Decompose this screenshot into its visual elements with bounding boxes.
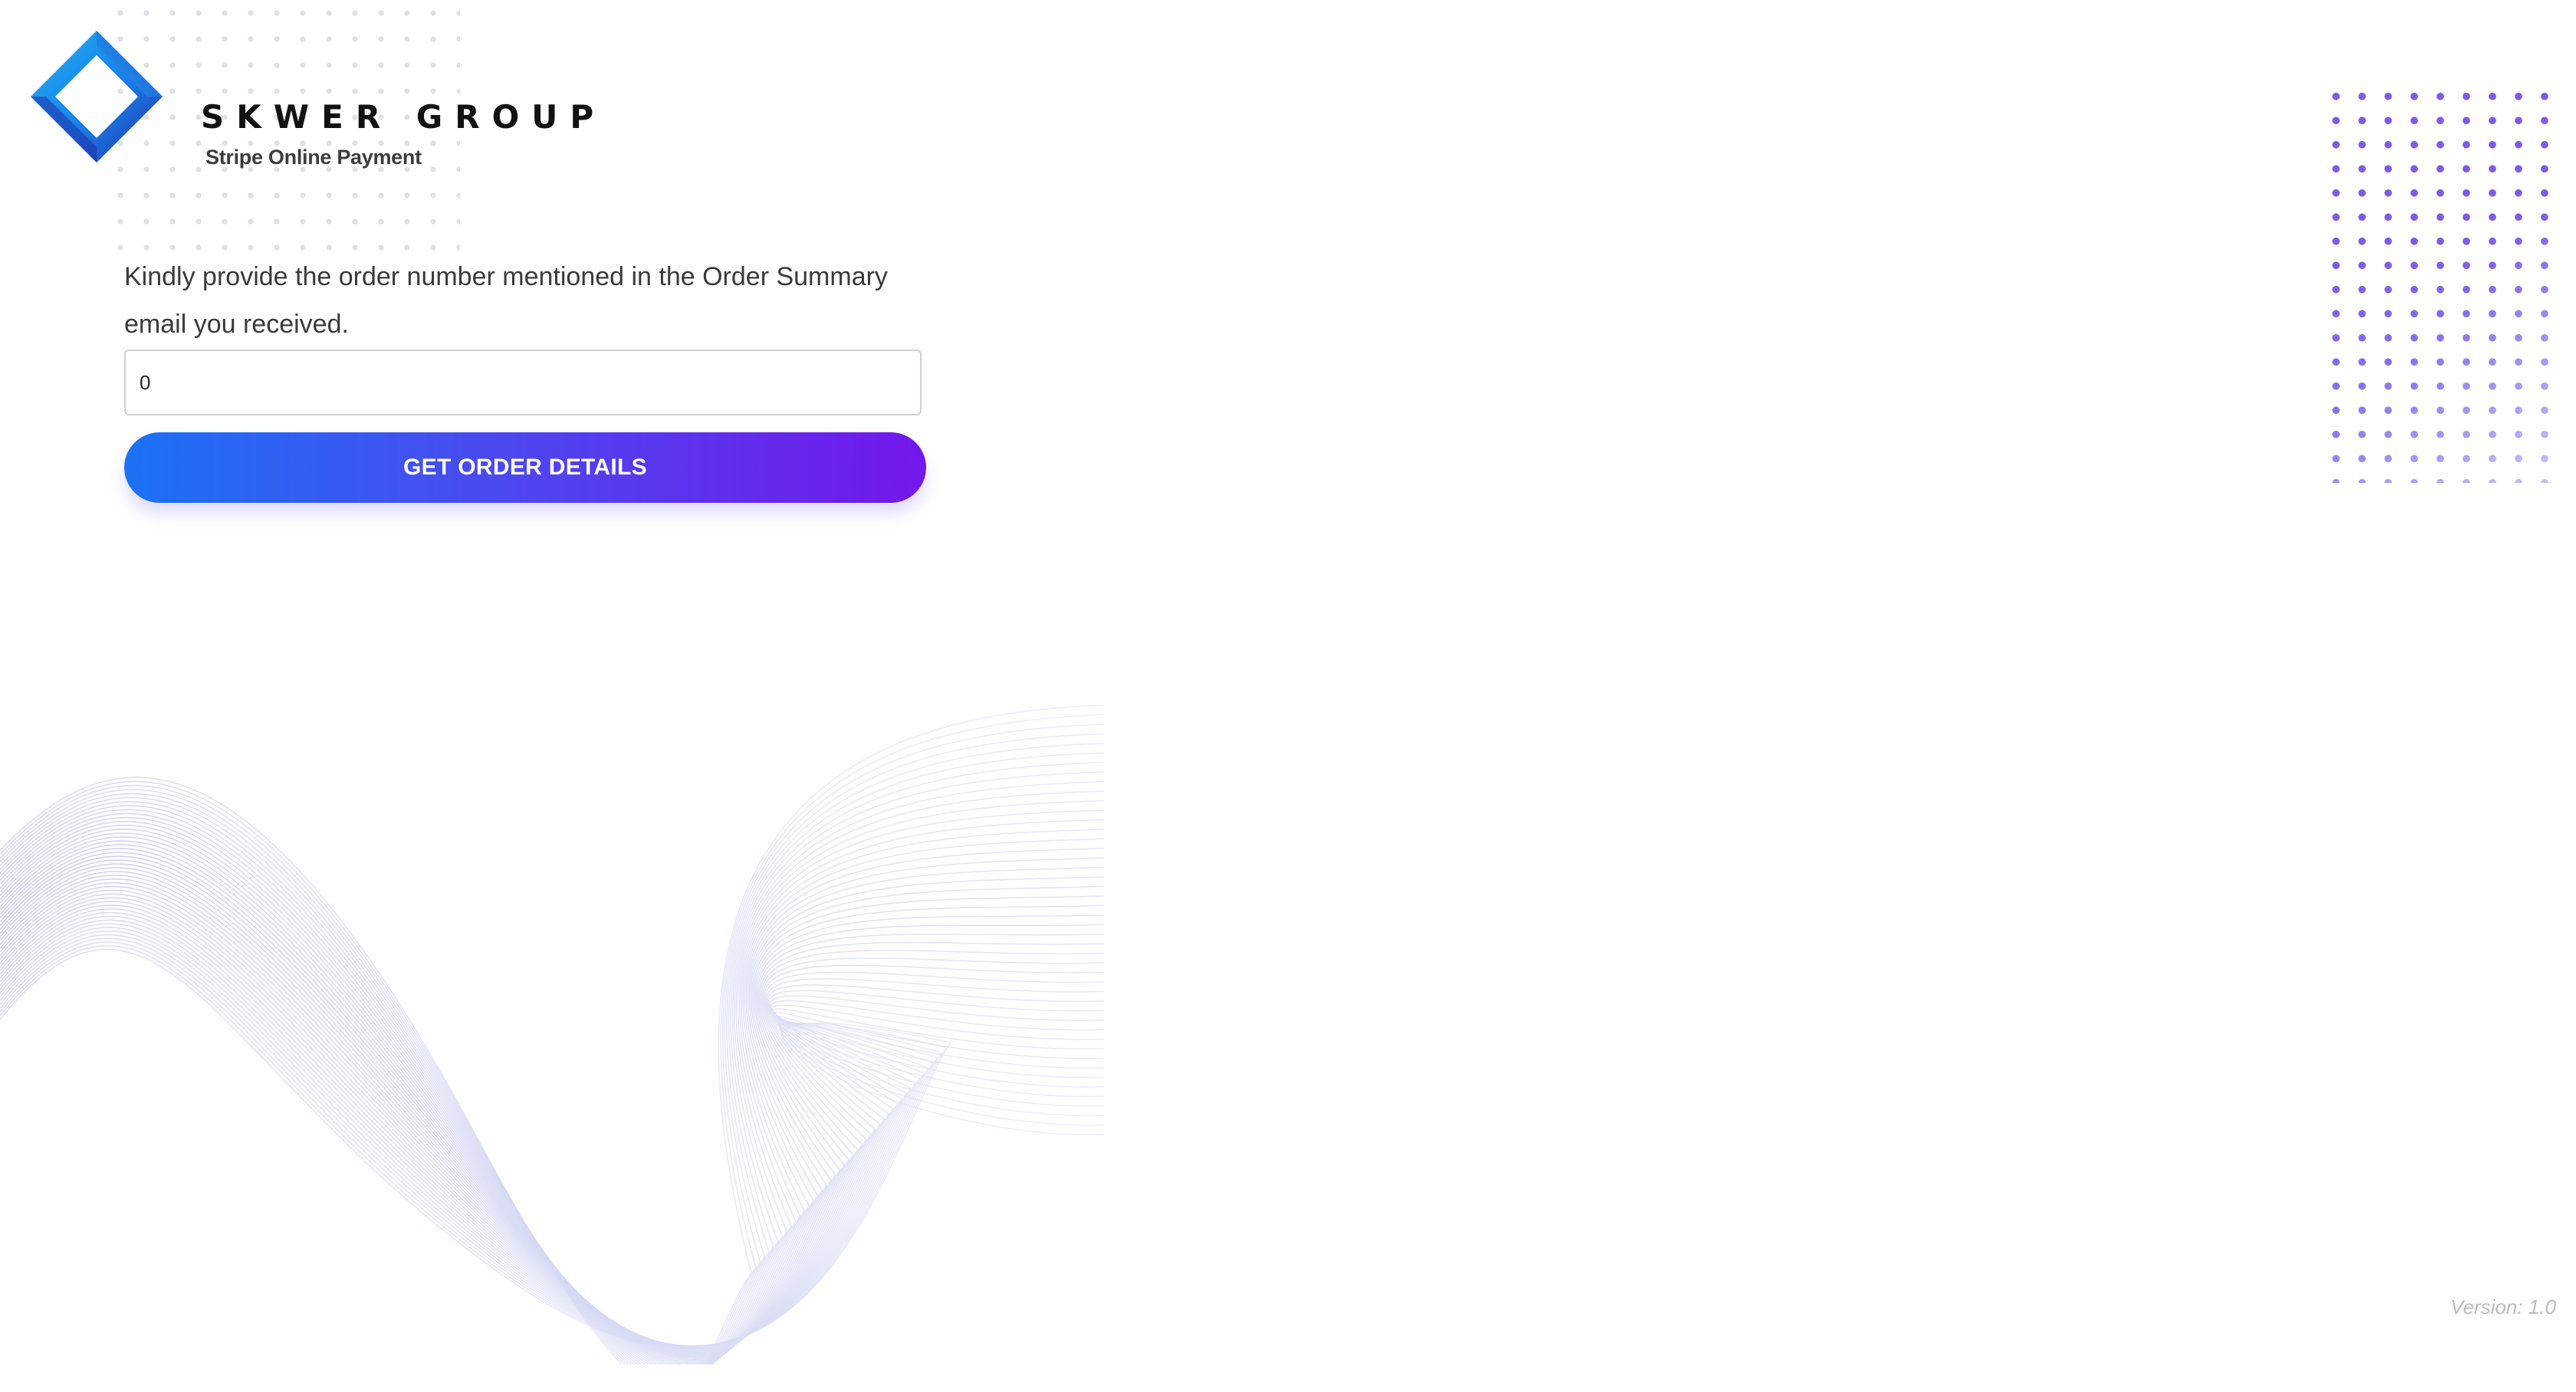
- version-label: Version: 1.0: [2450, 1295, 2556, 1318]
- diamond-logo-icon: [31, 31, 163, 163]
- decorative-dot-grid-top-right: [2323, 84, 2558, 483]
- decorative-wave-lines: [0, 705, 1104, 1364]
- get-order-details-button[interactable]: GET ORDER DETAILS: [124, 432, 926, 503]
- brand-logo: SKWER GROUP Stripe Online Payment: [28, 28, 593, 173]
- brand-subtitle: Stripe Online Payment: [205, 146, 422, 169]
- order-number-prompt: Kindly provide the order number mentione…: [124, 262, 888, 339]
- brand-title: SKWER GROUP: [201, 98, 606, 136]
- order-number-input[interactable]: [124, 350, 922, 415]
